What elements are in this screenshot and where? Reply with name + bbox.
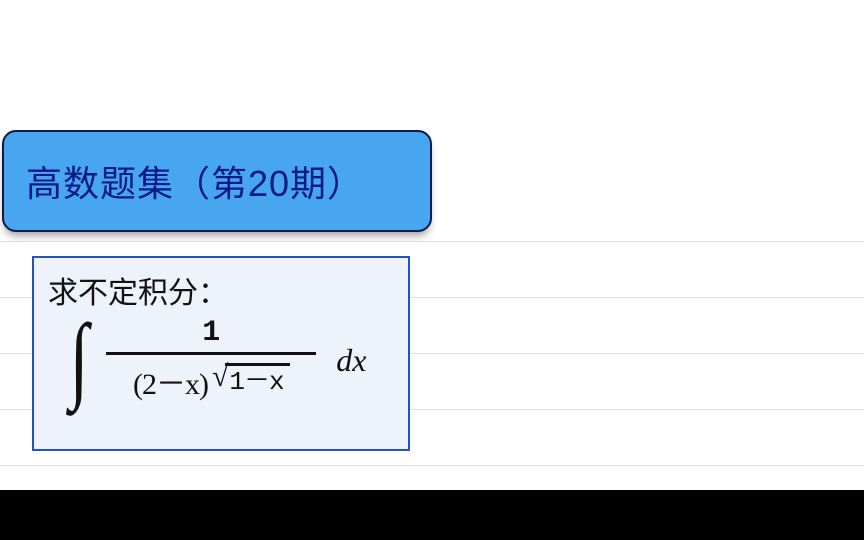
fraction-numerator: 1 <box>194 318 228 348</box>
integral-sign: ∫ <box>70 320 89 397</box>
radical-sign: √ <box>212 362 227 392</box>
ruled-line <box>0 241 864 242</box>
radicand: 1－x <box>225 363 289 399</box>
fraction-denominator: (2－x) √ 1－x <box>133 359 290 403</box>
differential-dx: dx <box>336 342 366 379</box>
ruled-line <box>0 465 864 466</box>
integral-expression: ∫ 1 (2－x) √ 1－x dx <box>66 318 394 403</box>
letterbox-bar <box>0 490 864 540</box>
square-root: √ 1－x <box>212 363 290 399</box>
page: 高数题集（第20期） 求不定积分： ∫ 1 (2－x) √ 1－x dx <box>0 0 864 490</box>
problem-prompt: 求不定积分： <box>48 268 394 312</box>
fraction: 1 (2－x) √ 1－x <box>106 318 316 403</box>
problem-box: 求不定积分： ∫ 1 (2－x) √ 1－x dx <box>32 256 410 451</box>
fraction-bar <box>106 352 316 355</box>
title-text: 高数题集（第20期） <box>26 155 364 207</box>
denominator-paren-group: (2－x) <box>133 359 208 403</box>
title-box: 高数题集（第20期） <box>2 130 432 232</box>
